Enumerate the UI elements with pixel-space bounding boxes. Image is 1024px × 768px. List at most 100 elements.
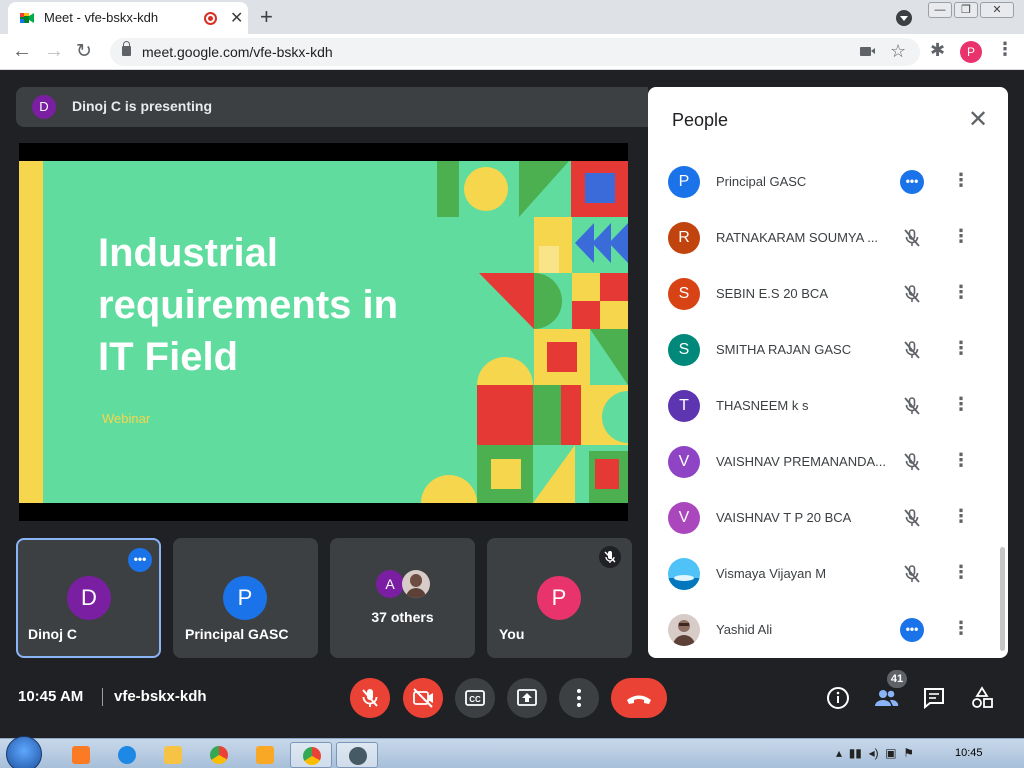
kebab-menu-icon[interactable]: ⋮: [952, 618, 970, 639]
taskbar-app-xampp[interactable]: [60, 742, 102, 768]
participant-name: You: [499, 626, 525, 642]
kebab-menu-icon[interactable]: ⋮: [952, 562, 970, 583]
bookmark-star-icon[interactable]: ☆: [890, 41, 906, 62]
tab-search-icon[interactable]: [896, 10, 912, 26]
taskbar-app-recorder[interactable]: [336, 742, 378, 768]
info-icon[interactable]: [824, 684, 852, 712]
participant-tile-dinoj[interactable]: ••• D Dinoj C: [16, 538, 161, 658]
browser-toolbar: ← → ↻ meet.google.com/vfe-bskx-kdh ☆ ✱ P…: [0, 34, 1024, 70]
present-screen-button[interactable]: [507, 678, 547, 718]
forward-icon[interactable]: →: [44, 40, 64, 63]
people-icon[interactable]: [872, 684, 900, 712]
avatar-photo: [668, 614, 700, 646]
taskbar-app-explorer[interactable]: [152, 742, 194, 768]
more-options-icon[interactable]: •••: [900, 170, 924, 194]
mic-off-icon: [904, 229, 920, 247]
start-button[interactable]: [6, 736, 42, 768]
participant-tile-you[interactable]: P You: [487, 538, 632, 658]
participant-name: Principal GASC: [716, 174, 807, 189]
reload-icon[interactable]: ↻: [76, 40, 92, 63]
kebab-menu-icon[interactable]: ⋮: [952, 170, 970, 191]
meeting-time: 10:45 AM: [18, 688, 84, 705]
kebab-menu-icon[interactable]: ⋮: [952, 506, 970, 527]
divider: [102, 688, 103, 706]
address-bar[interactable]: meet.google.com/vfe-bskx-kdh ☆: [110, 38, 920, 66]
kebab-menu-icon[interactable]: ⋮: [952, 450, 970, 471]
avatar: P: [668, 166, 700, 198]
url-text[interactable]: meet.google.com/vfe-bskx-kdh: [142, 44, 333, 60]
participant-tile-others[interactable]: A 37 others: [330, 538, 475, 658]
more-options-icon[interactable]: •••: [900, 618, 924, 642]
list-item[interactable]: V VAISHNAV PREMANANDA... ⋮: [648, 434, 1008, 490]
taskbar-app-ie[interactable]: [106, 742, 148, 768]
more-options-icon[interactable]: •••: [128, 548, 152, 572]
avatar: P: [537, 576, 581, 620]
windows-taskbar: ▴ ▮▮ ◂) ▣ ⚑ 10:45: [0, 736, 1024, 768]
presenting-banner: D Dinoj C is presenting: [16, 87, 648, 127]
list-item[interactable]: T THASNEEM k s ⋮: [648, 378, 1008, 434]
participant-tile-principal[interactable]: P Principal GASC: [173, 538, 318, 658]
avatar-photo: [402, 570, 430, 598]
mic-toggle-button[interactable]: [350, 678, 390, 718]
mic-off-icon: [904, 565, 920, 583]
participant-name: Yashid Ali: [716, 622, 773, 637]
chat-icon[interactable]: [920, 684, 948, 712]
avatar: R: [668, 222, 700, 254]
tab-title: Meet - vfe-bskx-kdh: [44, 10, 159, 25]
list-item[interactable]: S SEBIN E.S 20 BCA ⋮: [648, 266, 1008, 322]
avatar: S: [668, 334, 700, 366]
taskbar-clock[interactable]: 10:45: [955, 747, 983, 759]
meeting-code: vfe-bskx-kdh: [114, 688, 207, 705]
svg-text:CC: CC: [469, 695, 481, 704]
meet-favicon-icon: [20, 13, 34, 23]
leave-call-button[interactable]: [611, 678, 667, 718]
activities-icon[interactable]: [968, 684, 996, 712]
participant-name: VAISHNAV PREMANANDA...: [716, 454, 886, 469]
avatar-photo: [668, 558, 700, 590]
tab-close-icon[interactable]: ✕: [230, 8, 243, 28]
list-item[interactable]: Vismaya Vijayan M ⋮: [648, 546, 1008, 602]
kebab-menu-icon[interactable]: ⋮: [952, 226, 970, 247]
mic-off-icon: [904, 453, 920, 471]
camera-toggle-button[interactable]: [403, 678, 443, 718]
participant-name: Principal GASC: [185, 626, 289, 642]
participant-name: VAISHNAV T P 20 BCA: [716, 510, 852, 525]
participant-name: RATNAKARAM SOUMYA ...: [716, 230, 879, 245]
back-icon[interactable]: ←: [12, 40, 32, 63]
close-window-button[interactable]: ✕: [980, 2, 1014, 18]
kebab-menu-icon[interactable]: ⋮: [952, 394, 970, 415]
list-item[interactable]: Yashid Ali ••• ⋮: [648, 602, 1008, 658]
avatar: D: [67, 576, 111, 620]
people-panel-title: People: [672, 110, 729, 130]
scrollbar[interactable]: [1000, 547, 1005, 651]
lock-icon[interactable]: [122, 41, 131, 56]
taskbar-app-chrome[interactable]: [198, 742, 240, 768]
avatar: V: [668, 446, 700, 478]
mic-off-icon: [904, 509, 920, 527]
kebab-menu-icon[interactable]: ⋮: [952, 282, 970, 303]
camera-icon[interactable]: [860, 47, 875, 56]
presenter-avatar: D: [32, 95, 56, 119]
minimize-button[interactable]: —: [928, 2, 952, 18]
more-options-button[interactable]: [559, 678, 599, 718]
profile-avatar[interactable]: P: [960, 41, 982, 63]
new-tab-button[interactable]: +: [260, 4, 273, 30]
presenting-text: Dinoj C is presenting: [72, 98, 213, 114]
taskbar-app-chrome-active[interactable]: [290, 742, 332, 768]
avatar: T: [668, 390, 700, 422]
captions-button[interactable]: CC: [455, 678, 495, 718]
list-item[interactable]: S SMITHA RAJAN GASC ⋮: [648, 322, 1008, 378]
close-panel-icon[interactable]: ✕: [968, 105, 988, 134]
kebab-menu-icon[interactable]: ⋮: [952, 338, 970, 359]
chrome-menu-icon[interactable]: ⋮: [996, 39, 1014, 60]
slide-title: Industrial requirements in IT Field: [98, 231, 399, 379]
avatar: V: [668, 502, 700, 534]
browser-tab[interactable]: Meet - vfe-bskx-kdh ✕: [8, 2, 248, 34]
list-item[interactable]: R RATNAKARAM SOUMYA ... ⋮: [648, 210, 1008, 266]
system-tray-icons[interactable]: ▴ ▮▮ ◂) ▣ ⚑: [836, 746, 914, 760]
list-item[interactable]: V VAISHNAV T P 20 BCA ⋮: [648, 490, 1008, 546]
extensions-puzzle-icon[interactable]: ✱: [930, 40, 945, 61]
list-item[interactable]: P Principal GASC ••• ⋮: [648, 154, 1008, 210]
taskbar-app-media[interactable]: [244, 742, 286, 768]
restore-button[interactable]: ❐: [954, 2, 978, 18]
